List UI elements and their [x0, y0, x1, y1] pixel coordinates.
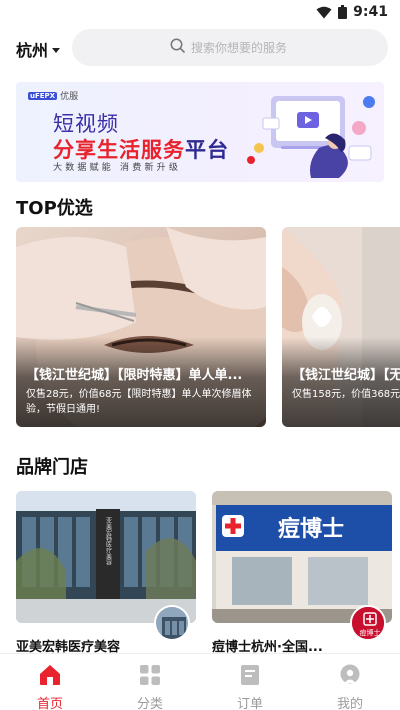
pick-title: 【钱江世纪城】【无 [292, 368, 400, 383]
banner-illustration [247, 96, 375, 178]
tab-profile-label: 我的 [336, 697, 363, 710]
status-time: 9:41 [353, 4, 388, 20]
tab-home-label: 首页 [36, 697, 63, 710]
bottom-tab-bar: 首页 分类 订单 我的 [0, 653, 400, 710]
city-selector[interactable]: 杭州 [16, 37, 61, 61]
tab-profile[interactable]: 我的 [300, 654, 400, 710]
store-badge-2: 痘博士 [350, 605, 386, 641]
brand-name: 优服 [60, 92, 79, 102]
store-sign-1: 亚美宏韩医疗美容 [105, 517, 112, 566]
search-icon [170, 38, 185, 57]
store-badge-2-art: 痘博士 [352, 607, 384, 639]
tab-category-label: 分类 [136, 697, 163, 710]
store-badge-1-art [156, 607, 188, 639]
order-icon [240, 664, 260, 690]
pick-desc: 仅售158元，价值368元，节假日通用! [292, 389, 400, 400]
top-pick-card-1[interactable]: 【钱江世纪城】【限时特惠】单人单... 仅售28元，价值68元【限时特惠】单人单… [16, 227, 266, 427]
top-bar: 杭州 搜索你想要的服务 [0, 29, 400, 67]
store-photo-1-art: 亚美宏韩医疗美容 [16, 491, 196, 623]
store-card-2[interactable]: 痘博士 痘博士 痘博士杭州·全国... [212, 491, 392, 661]
pick-title: 【钱江世纪城】【限时特惠】单人单... [26, 368, 243, 383]
tab-home[interactable]: 首页 [0, 654, 100, 710]
stores-carousel[interactable]: 亚美宏韩医疗美容 亚美宏韩医疗美容 痘博士 痘博士 痘博士杭州·全国... [16, 491, 400, 661]
wifi-icon [316, 6, 332, 19]
banner-brand: uFEPX 优服 [28, 89, 78, 102]
promo-banner[interactable]: uFEPX 优服 短视频 分享生活服务平台 大数据赋能 消费新升级 [16, 82, 384, 182]
city-label: 杭州 [16, 41, 49, 60]
store-sign-2: 痘博士 [278, 516, 344, 542]
category-icon [139, 664, 161, 690]
store-photo-1: 亚美宏韩医疗美容 [16, 491, 196, 623]
store-photo-2-art: 痘博士 [212, 491, 392, 623]
pick-desc: 仅售28元，价值68元【限时特惠】单人单次修眉体验，节假日通用! [26, 389, 252, 415]
banner-line2-red: 分享生活服务 [53, 138, 185, 162]
section-title-stores: 品牌门店 [16, 457, 88, 478]
search-bar[interactable]: 搜索你想要的服务 [72, 29, 388, 66]
store-photo-2: 痘博士 [212, 491, 392, 623]
status-bar: 9:41 [0, 0, 400, 24]
tab-orders[interactable]: 订单 [200, 654, 300, 710]
status-icons: 9:41 [316, 4, 388, 20]
store-badge-1 [154, 605, 190, 641]
store-card-1[interactable]: 亚美宏韩医疗美容 亚美宏韩医疗美容 [16, 491, 196, 661]
caret-down-icon [52, 47, 61, 53]
brand-logo: uFEPX [28, 91, 58, 100]
tab-category[interactable]: 分类 [100, 654, 200, 710]
store-badge-2-label: 痘博士 [360, 628, 381, 637]
profile-icon [339, 664, 361, 690]
top-picks-carousel[interactable]: 【钱江世纪城】【限时特惠】单人单... 仅售28元，价值68元【限时特惠】单人单… [16, 227, 400, 427]
tab-orders-label: 订单 [236, 697, 263, 710]
top-pick-card-2[interactable]: 【钱江世纪城】【无 仅售158元，价值368元，节假日通用! [282, 227, 400, 427]
search-placeholder: 搜索你想要的服务 [191, 41, 288, 55]
battery-icon [338, 5, 348, 19]
banner-line2-purple: 平台 [185, 138, 229, 162]
section-title-top-picks: TOP优选 [16, 198, 93, 219]
home-icon [38, 664, 62, 690]
banner-tagline: 大数据赋能 消费新升级 [53, 163, 182, 173]
